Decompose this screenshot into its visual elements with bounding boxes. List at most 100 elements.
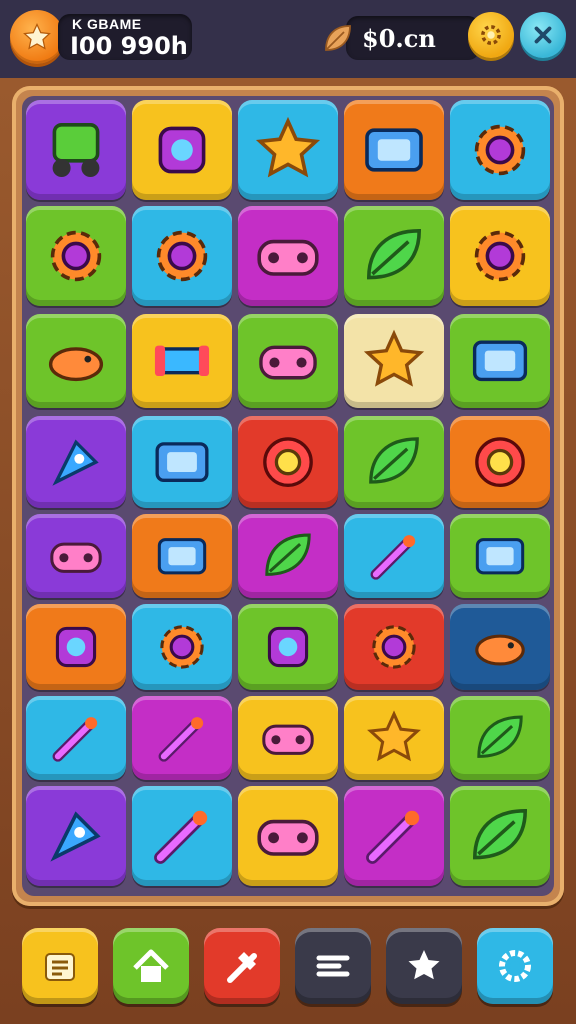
game-tile[interactable] [132, 314, 232, 408]
green-leaf-icon [366, 228, 422, 280]
green-robot-tank-icon [52, 123, 100, 177]
close-button[interactable] [520, 12, 566, 58]
orange-star-icon [367, 710, 421, 761]
green-leaf-icon [369, 437, 419, 484]
wrench-tool-icon [366, 810, 420, 864]
game-tile[interactable] [344, 696, 444, 780]
green-leaf-icon [472, 808, 528, 860]
game-tile[interactable] [26, 416, 126, 508]
yellow-ring-icon [475, 437, 525, 487]
game-tile[interactable] [344, 206, 444, 306]
blue-gear-ribbon-icon [474, 124, 526, 176]
coin-value: $0.cn [362, 24, 436, 53]
pink-blade-icon [154, 810, 208, 864]
game-tile[interactable] [132, 416, 232, 508]
card-gadget-icon [472, 340, 528, 382]
game-tile[interactable] [132, 696, 232, 780]
yellow-burst-icon [363, 329, 425, 387]
purple-sword-card-icon [475, 537, 525, 575]
blue-bone-icon [262, 724, 314, 755]
purple-gear-icon [474, 230, 526, 282]
orange-gear-icon [160, 625, 204, 669]
top-bar: K GBAME I00 990h $0.cn [0, 0, 576, 78]
pink-gamepad-icon [50, 542, 102, 573]
game-tile[interactable] [26, 604, 126, 690]
level-star-button[interactable] [10, 10, 64, 64]
game-tile[interactable] [450, 696, 550, 780]
teal-blob-icon [475, 634, 525, 666]
blue-tube-icon [154, 345, 210, 377]
game-tile[interactable] [450, 416, 550, 508]
favorites-button[interactable] [386, 928, 462, 1004]
magenta-gear-icon [50, 230, 102, 282]
red-orb-gear-icon [156, 230, 208, 282]
tile-grid [22, 96, 554, 896]
leaf-currency-icon [325, 25, 351, 51]
game-tile[interactable] [132, 100, 232, 200]
gear-icon [499, 950, 531, 982]
green-orb-gear-icon [372, 625, 416, 669]
game-tile[interactable] [344, 604, 444, 690]
square-gadget-icon [158, 126, 206, 174]
game-tile[interactable] [26, 100, 126, 200]
game-tile[interactable] [26, 786, 126, 886]
game-tile[interactable] [344, 786, 444, 886]
game-tile[interactable] [26, 696, 126, 780]
yellow-hammer-icon [52, 716, 98, 762]
settings-nav-button[interactable] [477, 928, 553, 1004]
game-tile[interactable] [26, 206, 126, 306]
game-tile[interactable] [344, 514, 444, 598]
home-icon [133, 949, 169, 982]
game-tile[interactable] [344, 416, 444, 508]
gear-icon [481, 25, 501, 45]
game-tile[interactable] [450, 314, 550, 408]
game-tile[interactable] [238, 314, 338, 408]
game-tile[interactable] [344, 314, 444, 408]
yellow-leaf-icon [265, 533, 311, 576]
handheld-console-icon [365, 128, 423, 172]
game-tile[interactable] [450, 604, 550, 690]
game-tile[interactable] [238, 100, 338, 200]
star-icon [23, 23, 51, 50]
red-wand-icon [370, 534, 416, 580]
game-board [12, 86, 564, 906]
game-tile[interactable] [238, 604, 338, 690]
game-tile[interactable] [450, 206, 550, 306]
build-button[interactable] [204, 928, 280, 1004]
score-label: K GBAME [72, 16, 142, 32]
list-icon [45, 953, 75, 981]
blue-screen-icon [155, 442, 209, 482]
game-tile[interactable] [450, 514, 550, 598]
game-tile[interactable] [132, 786, 232, 886]
game-tile[interactable] [238, 696, 338, 780]
blue-square-gadget-icon [55, 626, 97, 668]
menu-icon [316, 955, 350, 977]
game-tile[interactable] [238, 514, 338, 598]
orange-bird-icon [48, 347, 104, 382]
game-tile[interactable] [132, 514, 232, 598]
menu-button[interactable] [295, 928, 371, 1004]
game-tile[interactable] [238, 786, 338, 886]
game-tile[interactable] [26, 314, 126, 408]
game-tile[interactable] [238, 206, 338, 306]
game-tile[interactable] [238, 416, 338, 508]
game-tile[interactable] [450, 100, 550, 200]
hammer-icon [227, 952, 257, 983]
compass-orb-icon [263, 437, 313, 487]
game-tile[interactable] [26, 514, 126, 598]
bottom-nav [0, 912, 576, 1024]
settings-button[interactable] [468, 12, 514, 58]
game-tile[interactable] [132, 604, 232, 690]
switch-console-icon [157, 537, 207, 575]
tasks-button[interactable] [22, 928, 98, 1004]
game-tile[interactable] [450, 786, 550, 886]
starfish-toy-icon [255, 116, 321, 178]
score-value: I00 990h [70, 32, 188, 60]
home-button[interactable] [113, 928, 189, 1004]
yellow-rocket-icon [52, 439, 99, 486]
purple-cross-gadget-icon [267, 626, 309, 668]
orange-arrow-icon [158, 716, 204, 762]
game-tile[interactable] [344, 100, 444, 200]
pink-gamepad-icon [257, 819, 319, 856]
game-tile[interactable] [132, 206, 232, 306]
